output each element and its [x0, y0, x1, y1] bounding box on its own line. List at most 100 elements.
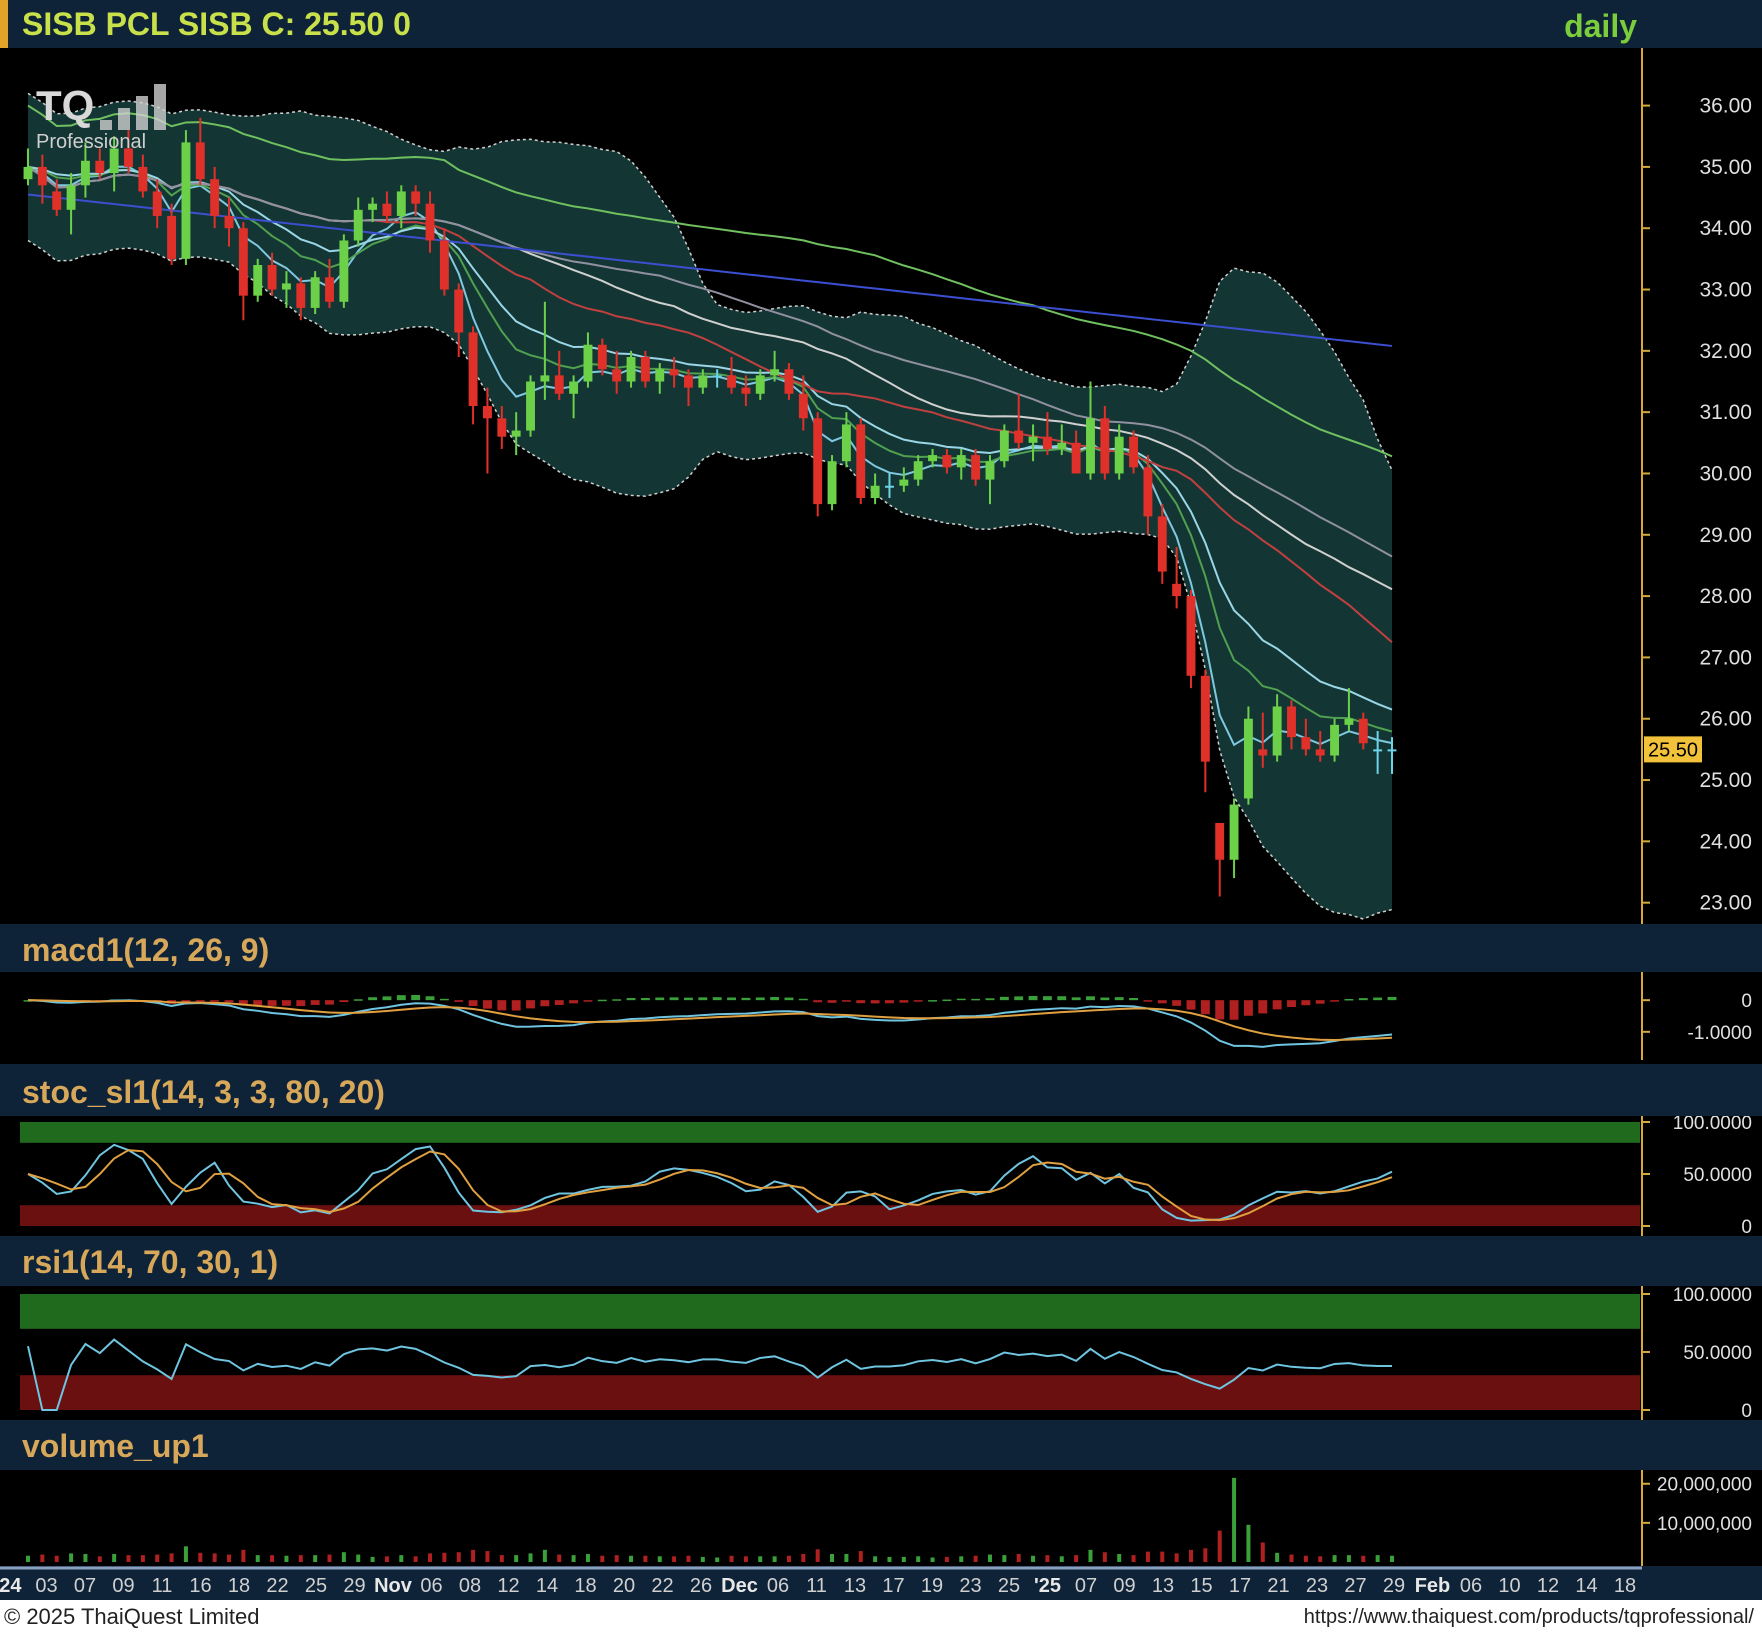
- macd-histogram-bar: [468, 1000, 478, 1007]
- macd-histogram-bar: [999, 996, 1009, 1001]
- volume-bar: [298, 1555, 303, 1562]
- candle-body: [712, 375, 722, 378]
- volume-bar: [1375, 1555, 1380, 1562]
- volume-bar: [1246, 1524, 1251, 1562]
- candle-body: [971, 455, 981, 480]
- candle: [1186, 589, 1196, 689]
- candle: [813, 412, 823, 517]
- volume-bar: [743, 1556, 748, 1562]
- candle-body: [569, 381, 579, 394]
- candle-body: [1272, 706, 1282, 756]
- volume-bar: [1361, 1555, 1366, 1562]
- date-tick-label: 23: [959, 1575, 981, 1597]
- rsi-overbought-zone: [20, 1294, 1640, 1329]
- candle-body: [985, 461, 995, 480]
- macd-histogram-bar: [956, 998, 966, 1001]
- macd-histogram-bar: [569, 1000, 579, 1004]
- volume-bar: [528, 1553, 533, 1562]
- candle-body: [1358, 718, 1368, 744]
- candle-body: [554, 375, 564, 394]
- date-tick-label: 13: [844, 1575, 866, 1597]
- macd-histogram-bar: [1042, 996, 1052, 1001]
- macd-histogram-bar: [1243, 1000, 1253, 1016]
- vendor-url[interactable]: https://www.thaiquest.com/products/tqpro…: [1304, 1606, 1754, 1629]
- macd-histogram-bar: [798, 998, 808, 1001]
- volume-bar: [1059, 1556, 1064, 1562]
- macd-histogram-bar: [913, 1000, 923, 1002]
- candle-body: [928, 455, 937, 462]
- volume-bar: [916, 1556, 921, 1562]
- macd-histogram-bar: [497, 1000, 507, 1011]
- price-tick-label: 32.00: [1699, 340, 1752, 363]
- last-price-label: 25.50: [1648, 739, 1698, 761]
- macd-histogram-bar: [411, 994, 421, 1001]
- candle-body: [784, 369, 794, 394]
- date-tick-label: 20: [613, 1575, 635, 1597]
- candle-body: [95, 160, 105, 174]
- macd-histogram-bar: [597, 999, 607, 1002]
- date-tick-label: 25: [998, 1575, 1020, 1597]
- candle: [1243, 706, 1253, 805]
- volume-bar: [830, 1553, 835, 1562]
- header-accent: [0, 0, 8, 48]
- volume-bar: [901, 1556, 906, 1562]
- candle: [310, 271, 320, 315]
- candle-body: [339, 240, 349, 302]
- macd-histogram-bar: [1143, 1000, 1153, 1002]
- candle-body: [1186, 596, 1196, 676]
- macd-histogram-bar: [1186, 1000, 1196, 1010]
- macd-title: macd1(12, 26, 9): [22, 932, 270, 968]
- candle: [181, 130, 191, 266]
- date-tick-label: 11: [806, 1575, 827, 1597]
- macd-histogram-bar: [396, 995, 406, 1001]
- date-tick-label: 27: [1344, 1575, 1366, 1597]
- macd-histogram-bar: [640, 998, 650, 1001]
- macd-histogram-bar: [1287, 1000, 1296, 1007]
- macd-histogram-bar: [540, 1000, 550, 1007]
- volume-bar: [241, 1549, 246, 1562]
- volume-bar: [801, 1553, 806, 1562]
- candle-body: [612, 369, 622, 382]
- volume-bar: [844, 1553, 849, 1562]
- rsi-chart[interactable]: 100.0000 50.0000 0: [0, 1286, 1762, 1420]
- date-tick-label: 16: [189, 1575, 211, 1597]
- macd-histogram-bar: [856, 1000, 866, 1004]
- candle-body: [368, 203, 378, 210]
- date-tick-label: 18: [1614, 1575, 1636, 1597]
- macd-chart[interactable]: 0 -1.0000: [0, 972, 1762, 1060]
- macd-histogram-bar: [669, 997, 679, 1001]
- macd-histogram-bar: [526, 1000, 535, 1009]
- macd-histogram-bar: [1157, 1000, 1167, 1004]
- macd-histogram-bar: [1215, 1000, 1225, 1020]
- macd-histogram-bar: [296, 1000, 306, 1007]
- indicator-tick-label: 20,000,000: [1657, 1475, 1752, 1496]
- macd-histogram-bar: [483, 1000, 492, 1009]
- candle-body: [1330, 724, 1340, 756]
- volume-bar: [643, 1555, 648, 1562]
- candle-body: [1014, 430, 1024, 443]
- candle-body: [770, 369, 780, 376]
- date-tick-label: 14: [1575, 1575, 1597, 1597]
- date-tick-label: 29: [343, 1575, 365, 1597]
- macd-histogram-bar: [870, 1000, 880, 1004]
- macd-histogram-bar: [1344, 998, 1354, 1001]
- timeframe-label[interactable]: daily: [1564, 8, 1637, 45]
- volume-bar: [284, 1555, 289, 1562]
- volume-chart[interactable]: 10,000,000 20,000,000: [0, 1470, 1762, 1566]
- date-tick-label: 15: [1190, 1575, 1212, 1597]
- date-tick-label: 17: [882, 1575, 904, 1597]
- indicator-axis-bg: [1642, 972, 1762, 1060]
- volume-bar: [1289, 1554, 1294, 1562]
- volume-bar: [585, 1553, 590, 1562]
- date-tick-label: 29: [1383, 1575, 1405, 1597]
- candle: [339, 234, 349, 308]
- macd-histogram-bar: [1200, 1000, 1210, 1015]
- date-tick-label: 07: [74, 1575, 96, 1597]
- indicator-tick-label: 0: [1741, 1217, 1752, 1236]
- volume-bar: [112, 1553, 117, 1562]
- price-chart[interactable]: 23.00 24.00 25.00 26.00 27.00 28.00 29.00 30.00…: [0, 48, 1762, 924]
- macd-histogram-bar: [181, 1000, 191, 1002]
- candle-body: [1387, 749, 1397, 752]
- stochastic-chart[interactable]: 100.0000 50.0000 0: [0, 1116, 1762, 1236]
- candle: [856, 418, 866, 505]
